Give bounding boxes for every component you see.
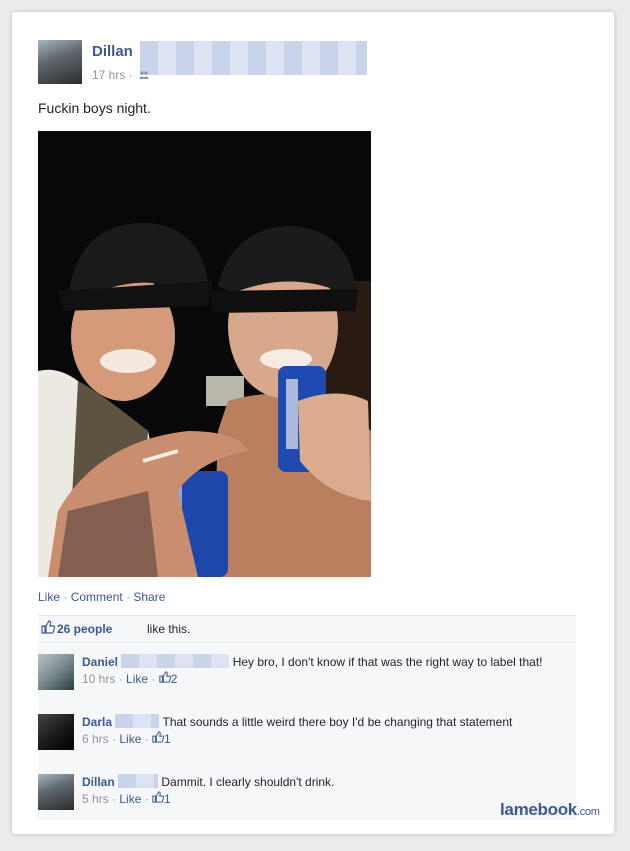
comment-like-link[interactable]: Like [126,672,148,686]
likes-count-link[interactable]: 26 people [57,622,112,636]
comment-body: Daniel Hey bro, I don't know if that was… [82,654,570,687]
post-photo[interactable] [38,131,371,577]
comment-like-count[interactable]: 1 [164,732,171,746]
friends-icon[interactable] [139,71,150,79]
comment-like-link[interactable]: Like [119,792,141,806]
commenter-name[interactable]: Daniel [82,655,118,669]
comment-time[interactable]: 6 hrs [82,732,109,746]
comment-like-count[interactable]: 2 [171,672,178,686]
watermark-domain: .com [576,806,600,818]
post-card: Dillan 17 hrs · Fuckin boys night. Like … [12,12,614,834]
commenter-avatar[interactable] [38,714,74,750]
share-action[interactable]: Share [133,590,165,604]
thumbs-up-icon [41,620,56,637]
comment-time[interactable]: 5 hrs [82,792,109,806]
comments-list: Daniel Hey bro, I don't know if that was… [38,644,576,820]
comment-like-link[interactable]: Like [119,732,141,746]
comment-body: Darla That sounds a little weird there b… [82,714,570,747]
comment-meta: 10 hrs · Like · 2 [82,671,178,686]
commenter-avatar[interactable] [38,654,74,690]
comment-action[interactable]: Comment [71,590,123,604]
comment-meta: 5 hrs · Like · 1 [82,791,171,806]
photo-content [38,131,371,577]
thumbs-up-icon [152,731,165,746]
likes-summary: 26 people like this. [38,615,576,643]
redacted-name-bar [140,41,367,75]
likes-suffix: like this. [147,622,191,636]
lamebook-watermark: lamebook.com [500,800,600,820]
author-name[interactable]: Dillan [92,43,133,60]
action-separator: · [63,590,68,604]
commenter-avatar[interactable] [38,774,74,810]
comment-time[interactable]: 10 hrs [82,672,115,686]
comment-meta: 6 hrs · Like · 1 [82,731,171,746]
thumbs-up-icon [159,671,171,686]
action-separator: · [126,590,131,604]
post-time[interactable]: 17 hrs [92,68,125,82]
like-action[interactable]: Like [38,590,60,604]
comment-body: Dillan Dammit. I clearly shouldn't drink… [82,774,570,807]
post-status-text: Fuckin boys night. [38,100,151,116]
commenter-name[interactable]: Dillan [82,775,115,789]
comment-text: Dammit. I clearly shouldn't drink. [161,775,335,789]
redacted-name-bar [118,774,159,788]
watermark-brand: lamebook [500,800,577,819]
comment-text: Hey bro, I don't know if that was the ri… [232,655,543,669]
author-avatar[interactable] [38,40,82,84]
post-actions: Like · Comment · Share [38,590,165,604]
commenter-name[interactable]: Darla [82,715,112,729]
post-meta: 17 hrs · [92,68,150,82]
comment-like-count[interactable]: 1 [164,792,171,806]
thumbs-up-icon [152,791,165,806]
redacted-name-bar [115,714,160,728]
meta-separator: · [128,68,133,82]
comment-text: That sounds a little weird there boy I'd… [162,715,513,729]
redacted-name-bar [121,654,230,668]
